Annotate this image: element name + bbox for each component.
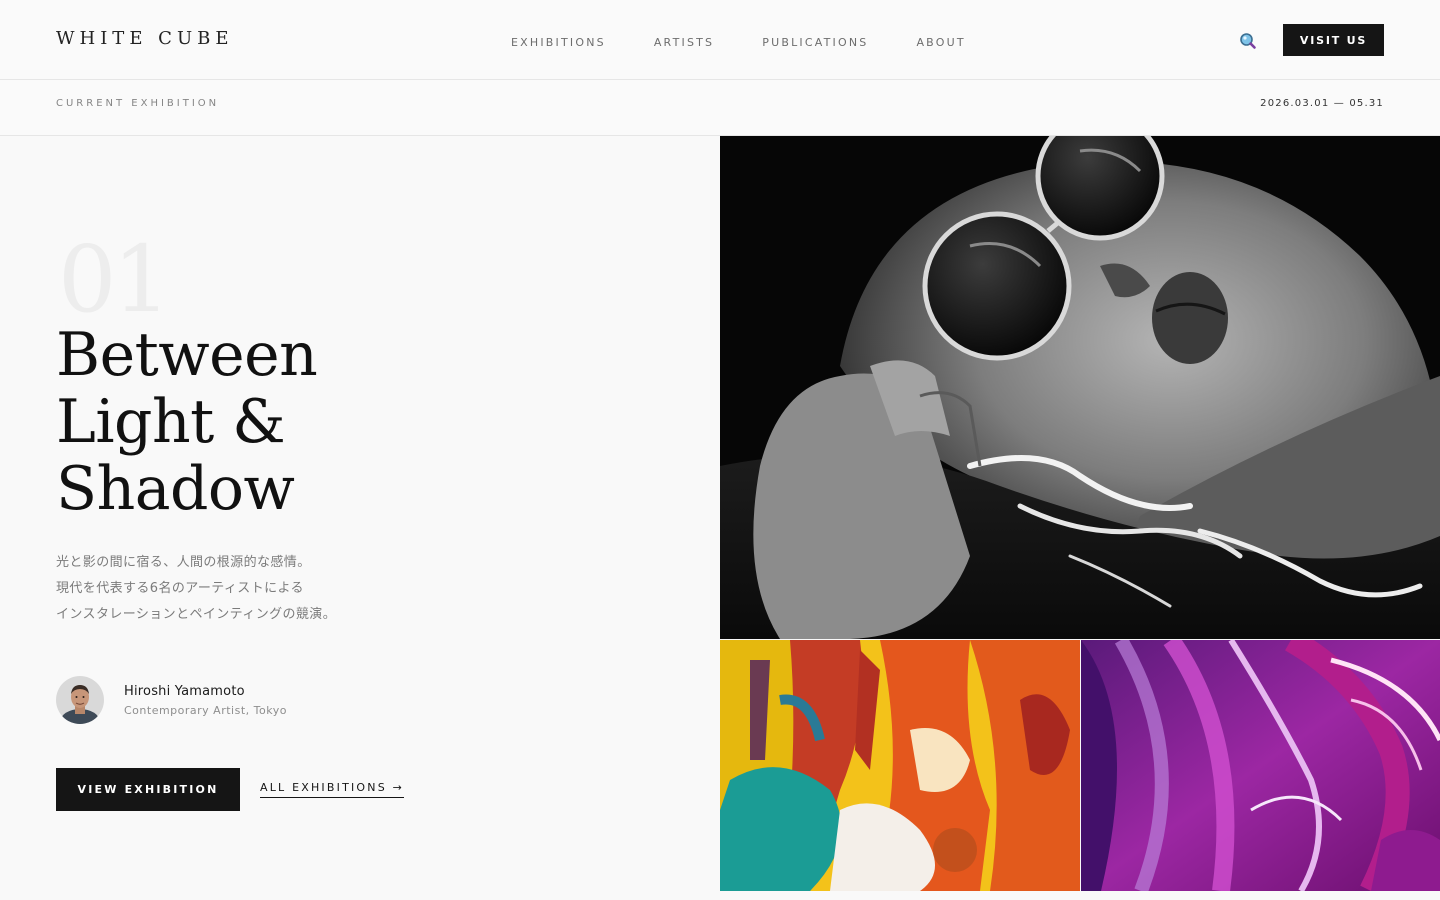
exhibition-title: Between Light & Shadow bbox=[56, 320, 318, 524]
fluid-art-image[interactable] bbox=[1081, 640, 1440, 891]
exhibition-number: 01 bbox=[58, 226, 171, 333]
visit-us-button[interactable]: VISIT US bbox=[1283, 24, 1384, 56]
featured-artist[interactable]: Hiroshi Yamamoto Contemporary Artist, To… bbox=[56, 676, 287, 724]
view-exhibition-button[interactable]: VIEW EXHIBITION bbox=[56, 768, 240, 811]
description-line: 光と影の間に宿る、人間の根源的な感情。 bbox=[56, 555, 311, 570]
description-line: 現代を代表する6名のアーティストによる bbox=[56, 581, 304, 596]
main-nav: EXHIBITIONS ARTISTS PUBLICATIONS ABOUT bbox=[511, 36, 966, 49]
title-line: Between bbox=[56, 320, 318, 390]
artist-info: Hiroshi Yamamoto Contemporary Artist, To… bbox=[124, 684, 287, 717]
search-icon[interactable] bbox=[1238, 31, 1258, 51]
artist-name: Hiroshi Yamamoto bbox=[124, 683, 245, 699]
artist-role: Contemporary Artist, Tokyo bbox=[124, 703, 287, 717]
nav-item-publications[interactable]: PUBLICATIONS bbox=[762, 36, 868, 49]
artist-avatar bbox=[56, 676, 104, 724]
exhibition-description: 光と影の間に宿る、人間の根源的な感情。 現代を代表する6名のアーティストによる … bbox=[56, 550, 336, 628]
abstract-painting-image[interactable] bbox=[720, 640, 1080, 891]
all-exhibitions-link[interactable]: ALL EXHIBITIONS → bbox=[260, 781, 405, 798]
title-line: Shadow bbox=[56, 454, 295, 524]
top-navigation-bar: WHITE CUBE EXHIBITIONS ARTISTS PUBLICATI… bbox=[0, 0, 1440, 80]
nav-item-artists[interactable]: ARTISTS bbox=[654, 36, 714, 49]
gallery-logo[interactable]: WHITE CUBE bbox=[56, 28, 234, 49]
title-line: Light & bbox=[56, 387, 286, 457]
hero-portrait-image[interactable] bbox=[720, 136, 1440, 639]
exhibition-date-range: 2026.03.01 — 05.31 bbox=[1260, 98, 1384, 109]
nav-item-about[interactable]: ABOUT bbox=[916, 36, 965, 49]
nav-item-exhibitions[interactable]: EXHIBITIONS bbox=[511, 36, 606, 49]
section-label: CURRENT EXHIBITION bbox=[56, 98, 220, 109]
description-line: インスタレーションとペインティングの競演。 bbox=[56, 607, 337, 622]
exhibition-subheader: CURRENT EXHIBITION 2026.03.01 — 05.31 bbox=[0, 80, 1440, 136]
